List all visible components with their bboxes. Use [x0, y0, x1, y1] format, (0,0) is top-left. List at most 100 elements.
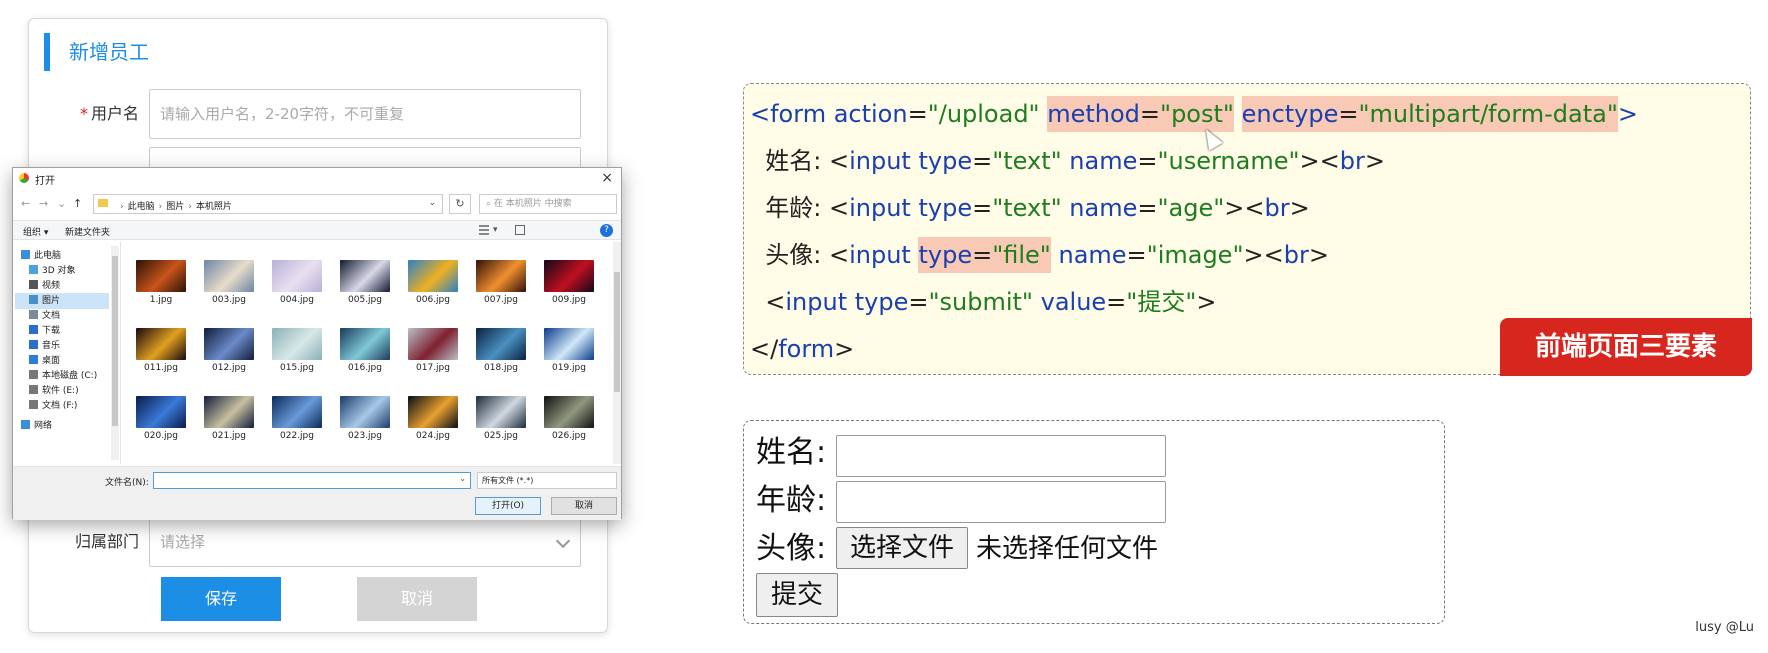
- dept-select[interactable]: 请选择: [149, 517, 581, 567]
- username-label: * 用户名: [79, 104, 139, 123]
- file-name: 022.jpg: [280, 431, 314, 441]
- back-arrow-icon[interactable]: ←: [21, 197, 30, 210]
- file-thumbnail[interactable]: 018.jpg: [475, 328, 527, 373]
- three-elements-badge: 前端页面三要素: [1500, 318, 1752, 376]
- image-preview: [408, 328, 458, 360]
- sidebar-item-label: 音乐: [42, 341, 61, 351]
- image-preview: [272, 396, 322, 428]
- image-preview: [544, 260, 594, 292]
- code-line-username: 姓名: <input type="text" name="username"><…: [750, 147, 1385, 175]
- scroll-thumb[interactable]: [112, 256, 118, 426]
- file-name: 019.jpg: [552, 363, 586, 373]
- sidebar-item[interactable]: 软件 (E:): [29, 383, 79, 399]
- sidebar-item[interactable]: 视频: [29, 278, 60, 294]
- file-open-dialog: 打开 × ← → ⌄ ↑ › 此电脑 › 图片 › 本机照片 ⌄ ↻ ⌕ 在 本机照片 中…: [12, 167, 622, 520]
- submit-button[interactable]: 提交: [756, 573, 838, 617]
- file-thumbnail[interactable]: 025.jpg: [475, 396, 527, 441]
- cube-icon: [29, 265, 38, 274]
- dialog-cancel-button[interactable]: 取消: [551, 497, 617, 515]
- chevron-down-icon[interactable]: ▾: [493, 225, 498, 235]
- cancel-button[interactable]: 取消: [357, 577, 477, 621]
- sidebar-item[interactable]: 此电脑: [21, 248, 61, 264]
- sidebar-item[interactable]: 桌面: [29, 353, 60, 369]
- file-thumbnail[interactable]: 021.jpg: [203, 396, 255, 441]
- close-icon[interactable]: ×: [601, 170, 613, 186]
- file-thumbnail[interactable]: 011.jpg: [135, 328, 187, 373]
- file-thumbnail[interactable]: 019.jpg: [543, 328, 595, 373]
- file-thumbnail[interactable]: 1.jpg: [135, 260, 187, 305]
- file-thumbnail[interactable]: 026.jpg: [543, 396, 595, 441]
- file-thumbnail[interactable]: 023.jpg: [339, 396, 391, 441]
- refresh-icon[interactable]: ↻: [449, 194, 471, 214]
- name-label: 姓名:: [756, 435, 827, 470]
- file-thumbnail[interactable]: 003.jpg: [203, 260, 255, 305]
- save-button[interactable]: 保存: [161, 577, 281, 621]
- file-grid: 1.jpg 003.jpg 004.jpg 005.jpg 006.jpg 007.jpg…: [123, 242, 613, 464]
- file-thumbnail[interactable]: 016.jpg: [339, 328, 391, 373]
- address-seg-pc[interactable]: 此电脑: [128, 202, 155, 212]
- forward-arrow-icon[interactable]: →: [39, 197, 48, 210]
- file-thumbnail[interactable]: 005.jpg: [339, 260, 391, 305]
- up-arrow-icon[interactable]: ↑: [73, 197, 82, 210]
- sidebar-item[interactable]: 本地磁盘 (C:): [29, 368, 97, 384]
- address-bar[interactable]: › 此电脑 › 图片 › 本机照片 ⌄: [93, 194, 443, 214]
- address-seg-local-photos[interactable]: 本机照片: [196, 202, 232, 212]
- help-icon[interactable]: ?: [600, 224, 613, 237]
- file-thumbnail[interactable]: 024.jpg: [407, 396, 459, 441]
- filetype-select[interactable]: 所有文件 (*.*): [477, 472, 617, 489]
- new-folder-button[interactable]: 新建文件夹: [65, 225, 110, 238]
- file-thumbnail[interactable]: 022.jpg: [271, 396, 323, 441]
- image-preview: [340, 396, 390, 428]
- file-name: 016.jpg: [348, 363, 382, 373]
- sidebar-item[interactable]: 3D 对象: [29, 263, 76, 279]
- file-thumbnail[interactable]: 020.jpg: [135, 396, 187, 441]
- file-thumbnail[interactable]: 017.jpg: [407, 328, 459, 373]
- file-thumbnail[interactable]: 012.jpg: [203, 328, 255, 373]
- image-preview: [544, 328, 594, 360]
- name-input[interactable]: [836, 435, 1166, 477]
- code-line-submit: <input type="submit" value="提交">: [750, 288, 1217, 316]
- file-scrollbar[interactable]: [613, 242, 621, 464]
- sidebar-item[interactable]: 网络: [21, 418, 52, 434]
- sidebar-item-label: 文档 (F:): [42, 401, 78, 411]
- choose-file-button[interactable]: 选择文件: [836, 527, 968, 569]
- file-thumbnail[interactable]: 004.jpg: [271, 260, 323, 305]
- sidebar-scrollbar[interactable]: [111, 246, 119, 460]
- file-thumbnail[interactable]: 006.jpg: [407, 260, 459, 305]
- open-button[interactable]: 打开(O): [475, 497, 541, 515]
- search-input[interactable]: ⌕ 在 本机照片 中搜索: [479, 194, 617, 214]
- filename-input[interactable]: ⌄: [153, 472, 471, 489]
- chrome-icon: [19, 173, 29, 183]
- scroll-thumb[interactable]: [614, 272, 620, 392]
- file-name: 011.jpg: [144, 363, 178, 373]
- image-preview: [272, 260, 322, 292]
- address-seg-pictures[interactable]: 图片: [166, 202, 184, 212]
- sidebar-item-label: 3D 对象: [42, 266, 76, 276]
- sidebar-item[interactable]: 文档: [29, 308, 60, 324]
- file-name: 024.jpg: [416, 431, 450, 441]
- image-preview: [204, 396, 254, 428]
- view-options-icon[interactable]: [479, 225, 489, 235]
- watermark: lusy @Lu: [1695, 620, 1754, 635]
- disk-icon: [29, 385, 38, 394]
- dept-placeholder: 请选择: [160, 533, 206, 551]
- file-name: 017.jpg: [416, 363, 450, 373]
- file-name: 003.jpg: [212, 295, 246, 305]
- desktop-icon: [29, 355, 38, 364]
- sidebar-item-label: 下载: [42, 326, 61, 336]
- file-thumbnail[interactable]: 009.jpg: [543, 260, 595, 305]
- organize-button[interactable]: 组织 ▾: [23, 225, 48, 238]
- sidebar-item[interactable]: 图片: [15, 293, 109, 309]
- file-thumbnail[interactable]: 007.jpg: [475, 260, 527, 305]
- chevron-down-icon[interactable]: ⌄: [428, 198, 436, 208]
- preview-pane-icon[interactable]: [515, 225, 525, 235]
- sidebar-item[interactable]: 音乐: [29, 338, 60, 354]
- recent-dropdown-icon[interactable]: ⌄: [57, 197, 66, 210]
- chevron-down-icon[interactable]: ⌄: [459, 474, 466, 483]
- sidebar-item[interactable]: 文档 (F:): [29, 398, 77, 414]
- age-input[interactable]: [836, 481, 1166, 523]
- pc-icon: [21, 250, 30, 259]
- sidebar-item[interactable]: 下载: [29, 323, 60, 339]
- username-input[interactable]: 请输入用户名，2-20字符，不可重复: [149, 89, 581, 139]
- file-thumbnail[interactable]: 015.jpg: [271, 328, 323, 373]
